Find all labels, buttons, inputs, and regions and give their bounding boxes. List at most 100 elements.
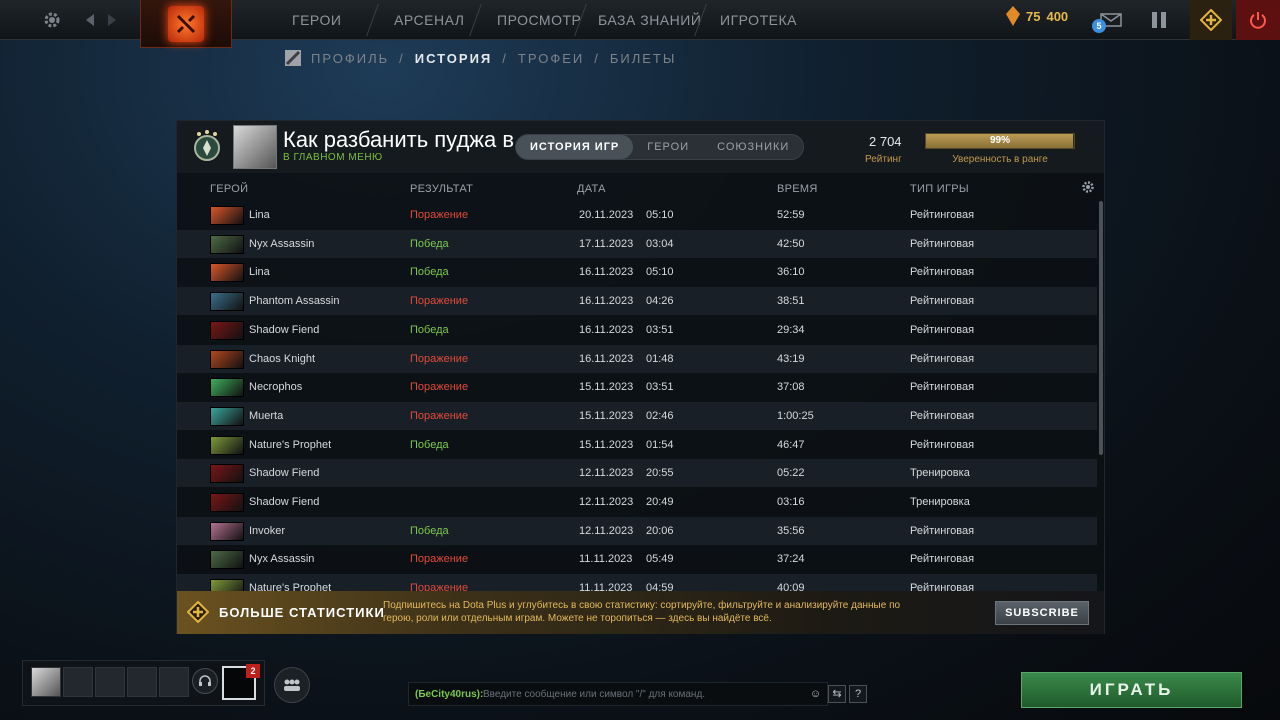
match-history-panel: Как разбанить пуджа в В главном меню Ист… — [176, 120, 1105, 634]
voice-headset-icon[interactable] — [192, 668, 218, 694]
tab-allies[interactable]: Союзники — [703, 135, 803, 159]
chat-help-icon[interactable]: ? — [849, 685, 867, 703]
power-icon — [1250, 12, 1266, 29]
chat-channel-icon[interactable]: ⇆ — [828, 685, 846, 703]
dota-logo-button[interactable] — [140, 0, 232, 48]
party-slot-empty[interactable] — [159, 667, 189, 697]
party-slot-self-avatar[interactable] — [31, 667, 61, 697]
match-duration: 36:10 — [777, 266, 805, 279]
subscribe-button[interactable]: Subscribe — [995, 601, 1089, 625]
match-row[interactable]: Phantom Assassin Поражение 16.11.2023 04:26… — [177, 287, 1097, 316]
rating-value: 2 704 — [869, 134, 902, 149]
hero-portrait-icon — [210, 464, 244, 484]
match-row[interactable]: Shadow Fiend 12.11.2023 20:55 05:22 Трениров… — [177, 459, 1097, 488]
match-duration: 1:00:25 — [777, 409, 814, 422]
dota-plus-description: Подпишитесь на Dota Plus и углубитесь в … — [383, 600, 901, 624]
column-settings-gear-icon[interactable] — [1081, 180, 1095, 199]
match-result: Поражение — [410, 553, 469, 566]
column-header-result[interactable]: Результат — [410, 183, 473, 195]
party-slot-empty[interactable] — [127, 667, 157, 697]
match-duration: 35:56 — [777, 524, 805, 537]
column-header-duration[interactable]: Время — [777, 183, 818, 195]
tab-heroes[interactable]: Герои — [633, 135, 703, 159]
match-duration: 05:22 — [777, 467, 805, 480]
match-time: 01:54 — [646, 438, 674, 451]
player-avatar[interactable] — [233, 125, 277, 169]
match-row[interactable]: Nyx Assassin Победа 17.11.2023 03:04 42:50 Ре… — [177, 229, 1097, 258]
match-row[interactable]: Necrophos Поражение 15.11.2023 03:51 37:08 Ре… — [177, 373, 1097, 401]
match-result: Поражение — [410, 352, 469, 365]
shards-currency[interactable]: 75 400 — [1006, 6, 1068, 26]
match-game-type: Тренировка — [910, 467, 970, 480]
emoticon-icon[interactable]: ☺ — [807, 686, 824, 703]
hero-portrait-icon — [210, 320, 244, 340]
match-duration: 37:24 — [777, 553, 805, 566]
column-header-date[interactable]: Дата — [577, 183, 606, 195]
column-header-hero[interactable]: Герой — [210, 183, 248, 195]
rating-label: Рейтинг — [865, 154, 902, 165]
match-game-type: Рейтинговая — [910, 381, 975, 394]
match-game-type: Рейтинговая — [910, 237, 975, 250]
inventory-icon[interactable] — [1146, 0, 1172, 40]
match-row[interactable]: Invoker Победа 12.11.2023 20:06 35:56 Рейтинг… — [177, 516, 1097, 545]
shards-secondary-value: 400 — [1046, 8, 1069, 24]
forward-arrow-icon[interactable] — [104, 0, 120, 40]
match-game-type: Рейтинговая — [910, 524, 975, 537]
match-duration: 43:19 — [777, 352, 805, 365]
match-time: 20:06 — [646, 524, 674, 537]
match-row[interactable]: Lina Победа 16.11.2023 05:10 36:10 Рейтингова… — [177, 258, 1097, 286]
party-slot-empty[interactable] — [63, 667, 93, 697]
match-row[interactable]: Nature's Prophet Поражение 11.11.2023 04:59… — [177, 574, 1097, 591]
hero-portrait-icon — [210, 263, 244, 283]
match-date: 12.11.2023 — [579, 496, 634, 508]
match-game-type: Рейтинговая — [910, 352, 975, 365]
subnav-tickets[interactable]: Билеты — [610, 51, 677, 66]
history-tabs: История игр Герои Союзники — [515, 134, 805, 160]
nav-divider — [469, 4, 482, 36]
play-dota-button[interactable]: Играть — [1021, 672, 1242, 708]
hero-name: Shadow Fiend — [249, 323, 320, 336]
subnav-trophies[interactable]: Трофеи — [518, 51, 584, 66]
friends-group-icon[interactable] — [274, 667, 310, 703]
back-arrow-icon[interactable] — [82, 0, 98, 40]
subnav-profile[interactable]: Профиль — [311, 51, 389, 66]
match-row[interactable]: Shadow Fiend Победа 16.11.2023 03:51 29:34 Ре… — [177, 316, 1097, 344]
chat-input[interactable] — [483, 685, 803, 703]
subnav-separator: / — [502, 50, 508, 66]
hero-portrait-icon — [210, 579, 244, 591]
shards-value: 75 — [1026, 8, 1041, 24]
match-game-type: Рейтинговая — [910, 438, 975, 451]
match-row[interactable]: Chaos Knight Поражение 16.11.2023 01:48 43:1… — [177, 344, 1097, 373]
match-row[interactable]: Nature's Prophet Победа 15.11.2023 01:54 46:… — [177, 431, 1097, 459]
nav-heroes[interactable]: Герои — [292, 0, 341, 40]
nav-arcade[interactable]: Игротека — [720, 0, 797, 40]
match-row[interactable]: Nyx Assassin Поражение 11.11.2023 05:49 37:2… — [177, 545, 1097, 573]
player-name: Как разбанить пуджа в — [283, 127, 515, 152]
shard-icon — [1006, 6, 1020, 26]
subnav-history[interactable]: История — [415, 51, 493, 66]
party-slot-empty[interactable] — [95, 667, 125, 697]
column-header-game-type[interactable]: Тип игры — [910, 183, 969, 195]
settings-gear-icon[interactable] — [40, 0, 64, 40]
hero-name: Muerta — [249, 409, 284, 422]
subnav-separator: / — [594, 50, 600, 66]
dota-plus-button[interactable] — [1190, 0, 1232, 40]
nav-learn[interactable]: База знаний — [598, 0, 701, 40]
match-row[interactable]: Muerta Поражение 15.11.2023 02:46 1:00:25 Рей… — [177, 401, 1097, 430]
quit-button[interactable] — [1236, 0, 1280, 40]
nav-armory[interactable]: Арсенал — [394, 0, 464, 40]
match-date: 11.11.2023 — [579, 582, 633, 591]
match-row[interactable]: Lina Поражение 20.11.2023 05:10 52:59 Рейтинг… — [177, 201, 1097, 229]
match-game-type: Тренировка — [910, 496, 970, 508]
nav-watch[interactable]: Просмотр — [497, 0, 581, 40]
match-row[interactable]: Shadow Fiend 12.11.2023 20:49 03:16 Трениров… — [177, 488, 1097, 516]
match-time: 05:10 — [646, 266, 674, 279]
match-time: 20:49 — [646, 496, 674, 508]
match-result: Поражение — [410, 209, 469, 221]
dota-plus-title: Больше статистики — [219, 605, 385, 620]
match-duration: 52:59 — [777, 209, 805, 221]
match-time: 02:46 — [646, 409, 674, 422]
match-time: 04:26 — [646, 295, 674, 308]
match-list-scrollbar[interactable] — [1099, 201, 1103, 455]
tab-match-history[interactable]: История игр — [516, 135, 634, 159]
